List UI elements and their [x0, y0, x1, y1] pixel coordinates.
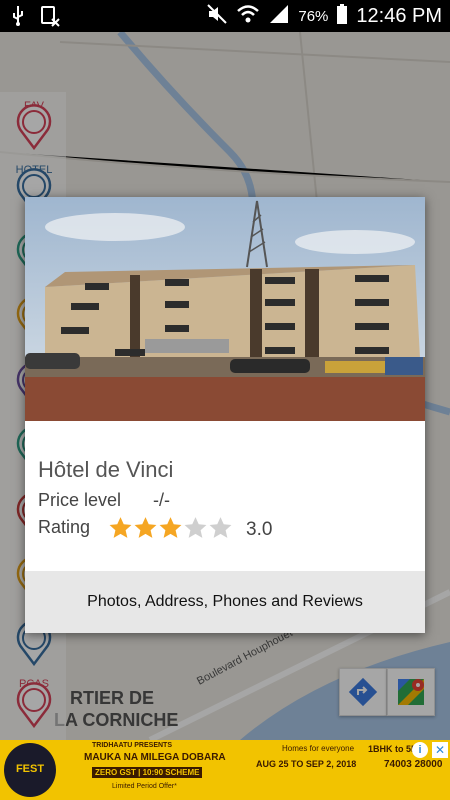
clock: 12:46 PM [356, 5, 442, 27]
star-filled-icon [109, 517, 132, 538]
status-bar: 76% 12:46 PM [0, 0, 450, 32]
battery-icon [336, 3, 348, 30]
rating-label: Rating [38, 517, 91, 537]
battery-percent: 76% [298, 8, 329, 25]
signal-icon [268, 3, 290, 30]
ad-info-icon[interactable]: i [412, 742, 428, 758]
ad-logo: FEST [4, 743, 56, 797]
rating-stars [108, 515, 233, 541]
rating-value: 3.0 [246, 519, 273, 540]
hotel-photo[interactable] [25, 197, 425, 421]
ad-unit: 1BHK to 5B [368, 744, 418, 754]
hotel-name: Hôtel de Vinci [38, 457, 174, 482]
ad-tagline: Homes for everyone [282, 744, 355, 753]
mute-icon [206, 3, 228, 30]
ad-presenter: TRIDHAATU PRESENTS [92, 742, 172, 749]
ad-offer: Limited Period Offer* [112, 783, 177, 790]
ad-headline: MAUKA NA MILEGA DOBARA [84, 752, 226, 763]
star-filled-icon [134, 517, 157, 538]
wifi-icon [236, 3, 260, 30]
ad-banner[interactable]: FEST TRIDHAATU PRESENTS MAUKA NA MILEGA … [0, 740, 450, 800]
ad-phone: 74003 28000 [384, 759, 443, 770]
star-filled-icon [159, 517, 182, 538]
ad-dates: AUG 25 TO SEP 2, 2018 [256, 759, 357, 769]
hotel-dialog: Hôtel de Vinci Price level -/- Rating 3.… [25, 197, 425, 633]
details-button[interactable]: Photos, Address, Phones and Reviews [25, 571, 425, 633]
star-empty-icon [184, 517, 207, 538]
sim-off-icon [40, 5, 60, 32]
price-level-value: -/- [153, 490, 170, 510]
ad-badge: FEST [15, 763, 45, 775]
usb-icon [10, 5, 26, 32]
price-level-label: Price level [38, 490, 122, 510]
ad-close-icon[interactable]: ✕ [432, 742, 448, 758]
ad-scheme: ZERO GST | 10:90 SCHEME [92, 767, 203, 778]
star-empty-icon [209, 517, 232, 538]
